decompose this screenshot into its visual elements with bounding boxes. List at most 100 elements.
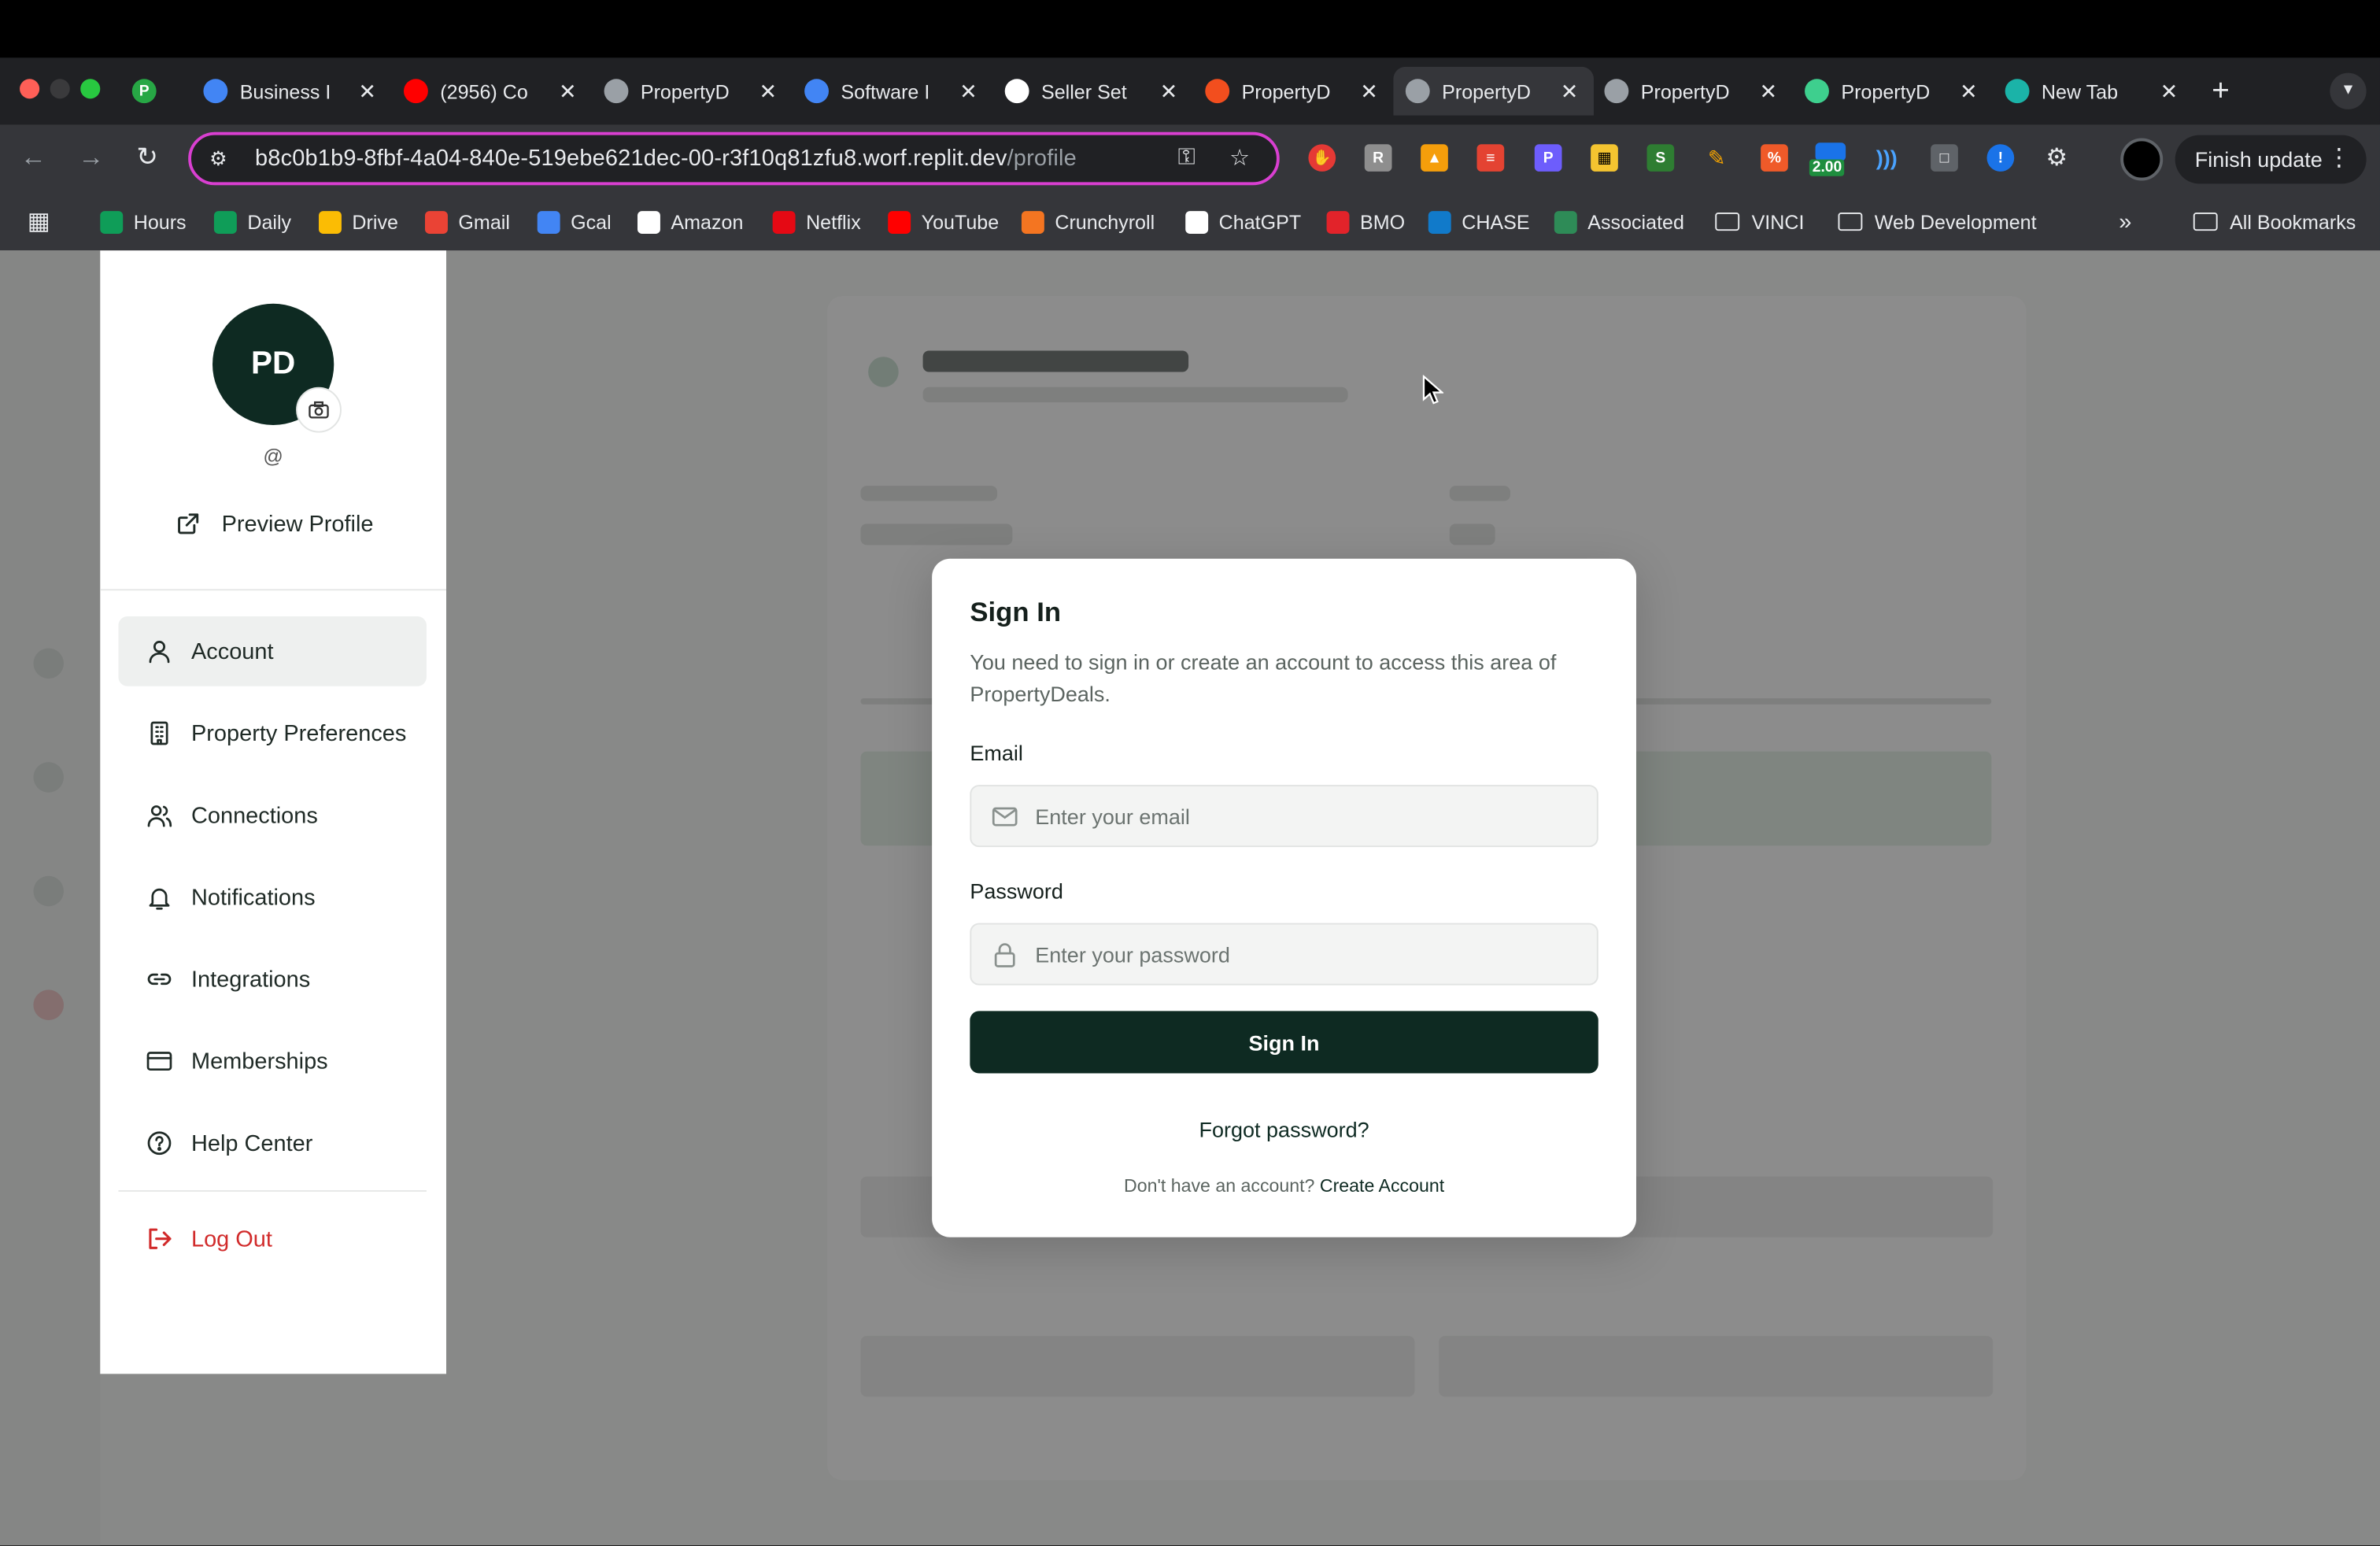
tab-search-button[interactable]: ▼ — [2330, 72, 2367, 109]
browser-tab[interactable]: (2956) Co ✕ — [392, 67, 593, 116]
forward-button[interactable]: → — [73, 139, 109, 176]
crunchyroll-icon — [1021, 210, 1044, 234]
browser-tab[interactable]: Seller Set ✕ — [992, 67, 1193, 116]
finish-update-button[interactable]: Finish update ⋮ — [2175, 135, 2367, 184]
address-bar[interactable]: ⚙ b8c0b1b9-8fbf-4a04-840e-519ebe621dec-0… — [188, 131, 1280, 186]
sign-in-button[interactable]: Sign In — [970, 1011, 1598, 1074]
browser-tab[interactable]: PropertyD ✕ — [1592, 67, 1793, 116]
extension-keys-icon[interactable]: ▦ — [1591, 144, 1618, 172]
bookmark-item[interactable]: Daily — [213, 206, 291, 237]
bookmark-item[interactable]: ChatGPT — [1185, 206, 1301, 237]
close-tab-icon[interactable]: ✕ — [1157, 78, 1181, 104]
browser-tab[interactable]: Software I ✕ — [793, 67, 993, 116]
camera-icon[interactable] — [296, 386, 342, 433]
bookmark-item[interactable]: BMO — [1326, 206, 1406, 237]
close-tab-icon[interactable]: ✕ — [355, 78, 379, 104]
bookmark-item[interactable]: Associated — [1554, 206, 1684, 237]
calendar-icon — [537, 210, 560, 234]
bookmark-label: BMO — [1359, 210, 1406, 234]
bookmark-item[interactable]: VINCI — [1715, 206, 1804, 237]
extension-info-icon[interactable]: ! — [1986, 144, 2015, 172]
extension-percent-icon[interactable]: % — [1761, 144, 1788, 172]
sidebar-item-integrations[interactable]: Integrations — [118, 945, 426, 1015]
extension-wave-icon[interactable]: ))) — [1873, 144, 1901, 172]
browser-tab[interactable]: Business I ✕ — [191, 67, 392, 116]
browser-tab[interactable]: PropertyD ✕ — [592, 67, 793, 116]
browser-tab[interactable]: PropertyD ✕ — [1393, 66, 1594, 116]
more-bookmarks-icon[interactable]: » — [2119, 206, 2131, 237]
more-menu-icon[interactable]: ⋮ — [2326, 142, 2351, 173]
email-field-wrapper[interactable] — [970, 785, 1598, 848]
sidebar-item-notifications[interactable]: Notifications — [118, 862, 426, 932]
browser-tab[interactable]: P — [120, 67, 180, 116]
extensions-puzzle-icon[interactable]: ⚙ — [2043, 144, 2071, 172]
close-tab-icon[interactable]: ✕ — [956, 78, 981, 104]
apps-grid-icon[interactable]: ▦ — [28, 206, 50, 237]
close-window-button[interactable] — [20, 79, 40, 99]
bookmark-item[interactable]: CHASE — [1428, 206, 1530, 237]
logout-button[interactable]: Log Out — [118, 1204, 426, 1274]
forgot-password-link[interactable]: Forgot password? — [932, 1117, 1636, 1141]
bookmark-item[interactable]: Gcal — [537, 206, 612, 237]
extension-stop-icon[interactable]: ✋ — [1308, 144, 1336, 172]
preview-profile-label: Preview Profile — [221, 510, 374, 537]
extension-chart-icon[interactable]: ▲ — [1421, 144, 1448, 172]
extension-translate-icon[interactable]: □ — [1931, 144, 1958, 172]
bmo-icon — [1326, 210, 1350, 234]
extension-p-icon[interactable]: P — [1534, 144, 1562, 172]
all-bookmarks[interactable]: All Bookmarks — [2193, 206, 2356, 237]
close-tab-icon[interactable]: ✕ — [2156, 78, 2181, 104]
mail-icon — [992, 806, 1018, 826]
close-tab-icon[interactable]: ✕ — [1756, 78, 1780, 104]
back-button[interactable]: ← — [15, 139, 51, 176]
sheets-icon — [100, 210, 124, 234]
bookmark-item[interactable]: YouTube — [888, 206, 999, 237]
bookmark-star-icon[interactable]: ☆ — [1229, 144, 1250, 172]
close-tab-icon[interactable]: ✕ — [1957, 78, 1981, 104]
avatar-initials: PD — [250, 346, 296, 382]
close-tab-icon[interactable]: ✕ — [1357, 78, 1381, 104]
extension-pen-icon[interactable]: ✎ — [1703, 144, 1731, 172]
close-tab-icon[interactable]: ✕ — [556, 78, 580, 104]
password-input[interactable] — [1035, 941, 1582, 967]
reload-button[interactable]: ↻ — [129, 139, 165, 176]
bookmark-item[interactable]: Drive — [318, 206, 398, 237]
browser-tab[interactable]: PropertyD ✕ — [1193, 67, 1394, 116]
maximize-window-button[interactable] — [80, 79, 101, 99]
close-tab-icon[interactable]: ✕ — [756, 78, 780, 104]
sidebar-item-help-center[interactable]: Help Center — [118, 1108, 426, 1178]
extension-speed-icon[interactable] — [1815, 142, 1846, 161]
docs-icon — [804, 79, 829, 104]
sidebar-item-connections[interactable]: Connections — [118, 780, 426, 850]
bookmark-item[interactable]: Netflix — [772, 206, 861, 237]
sidebar-divider — [100, 589, 446, 591]
browser-tab[interactable]: New Tab ✕ — [1993, 67, 2193, 116]
folder-icon — [2193, 212, 2218, 231]
create-account-link[interactable]: Create Account — [1320, 1175, 1444, 1196]
browser-tab[interactable]: PropertyD ✕ — [1793, 67, 1994, 116]
close-tab-icon[interactable]: ✕ — [1558, 78, 1582, 104]
sidebar-item-memberships[interactable]: Memberships — [118, 1026, 426, 1097]
tab-label: Seller Set — [1040, 80, 1127, 103]
chrome-profile-avatar[interactable] — [2120, 138, 2164, 181]
dialog-title: Sign In — [970, 596, 1062, 627]
sidebar-item-account[interactable]: Account — [118, 616, 427, 686]
bookmark-item[interactable]: Amazon — [637, 206, 743, 237]
new-tab-button[interactable]: + — [2202, 73, 2238, 109]
bookmark-item[interactable]: Gmail — [424, 206, 510, 237]
password-key-icon[interactable]: ⚿ — [1178, 144, 1196, 170]
extension-s-icon[interactable]: S — [1646, 144, 1675, 172]
extension-todoist-icon[interactable]: ≡ — [1476, 144, 1505, 172]
bookmark-item[interactable]: Hours — [100, 206, 187, 237]
password-field-wrapper[interactable] — [970, 923, 1598, 986]
preview-profile-link[interactable]: Preview Profile — [176, 509, 374, 539]
globe-icon — [1604, 79, 1629, 104]
site-info-icon[interactable]: ⚙ — [209, 146, 237, 171]
minimize-window-button[interactable] — [50, 79, 70, 99]
bookmark-item[interactable]: Web Development — [1838, 206, 2037, 237]
sidebar-item-property-preferences[interactable]: Property Preferences — [118, 698, 426, 768]
bookmark-item[interactable]: Crunchyroll — [1021, 206, 1155, 237]
email-input[interactable] — [1035, 804, 1582, 829]
extension-r-icon[interactable]: R — [1364, 144, 1392, 172]
bookmark-label: CHASE — [1462, 210, 1530, 234]
